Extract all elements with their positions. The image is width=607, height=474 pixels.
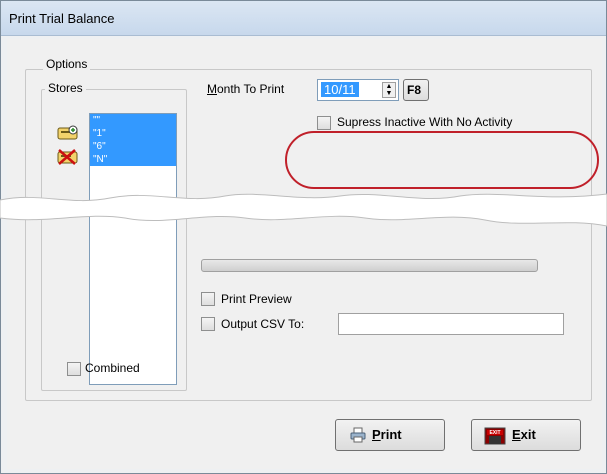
print-button[interactable]: Print <box>335 419 445 451</box>
printer-icon <box>350 427 366 446</box>
options-group-label: Options <box>43 57 91 71</box>
highlight-annotation <box>285 131 599 189</box>
stores-group-label: Stores <box>45 81 86 95</box>
supress-inactive-label: Supress Inactive With No Activity <box>337 115 513 129</box>
svg-text:EXIT: EXIT <box>489 430 500 436</box>
combined-checkbox[interactable] <box>67 362 81 376</box>
ticket-remove-icon[interactable] <box>57 148 79 166</box>
progress-bar <box>201 259 538 272</box>
month-to-print-label: Month To Print <box>207 82 285 96</box>
print-trial-balance-window: Print Trial Balance Options Stores "" "1… <box>0 0 607 474</box>
stores-listbox[interactable]: "" "1" "6" "N" <box>89 113 177 385</box>
print-preview-checkbox[interactable] <box>201 292 215 306</box>
exit-button[interactable]: EXIT Exit <box>471 419 581 451</box>
month-to-print-spinner[interactable]: 10/11 ▲ ▼ <box>317 79 399 101</box>
torn-section-overlay <box>0 193 607 227</box>
list-item[interactable]: "N" <box>90 153 176 166</box>
f8-button[interactable]: F8 <box>403 79 429 101</box>
output-csv-checkbox[interactable] <box>201 317 215 331</box>
ticket-add-icon[interactable] <box>57 125 79 141</box>
list-item[interactable]: "1" <box>90 127 176 140</box>
list-item[interactable]: "" <box>90 114 176 127</box>
title-bar[interactable]: Print Trial Balance <box>1 1 606 36</box>
spin-arrows-icon[interactable]: ▲ ▼ <box>382 82 396 98</box>
list-item[interactable]: "6" <box>90 140 176 153</box>
print-button-label: Print <box>372 427 402 442</box>
output-csv-path-input[interactable] <box>338 313 564 335</box>
window-title: Print Trial Balance <box>9 11 115 26</box>
output-csv-label: Output CSV To: <box>221 317 305 331</box>
month-to-print-value[interactable]: 10/11 <box>321 82 359 97</box>
combined-label: Combined <box>85 361 140 375</box>
exit-button-label: Exit <box>512 427 536 442</box>
print-preview-label: Print Preview <box>221 292 292 306</box>
dialog-client-area: Options Stores "" "1" "6" "N" Combined M… <box>7 39 602 469</box>
supress-inactive-checkbox[interactable] <box>317 116 331 130</box>
exit-door-icon: EXIT <box>484 424 506 449</box>
